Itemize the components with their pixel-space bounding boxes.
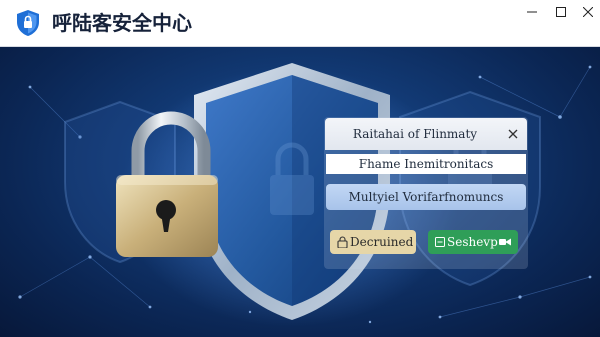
setup-label: Seshevp (447, 235, 498, 249)
security-dialog: Raitahai of Flinmaty Fhame Inemitronitac… (324, 117, 528, 269)
title-bar: 呼陆客安全中心 (0, 0, 600, 47)
decline-button[interactable]: Decruined (330, 230, 416, 254)
name-field[interactable]: Fhame Inemitronitacs (326, 154, 526, 174)
video-icon (499, 238, 511, 246)
decline-label: Decruined (350, 235, 414, 249)
close-icon (583, 7, 593, 17)
shield-icon (17, 10, 39, 36)
dialog-title: Raitahai of Flinmaty (352, 127, 478, 141)
app-title: 呼陆客安全中心 (52, 11, 192, 35)
close-button[interactable] (573, 1, 600, 23)
app-window: 呼陆客安全中心 Raitahai of Flinmaty Fhame Inemi… (0, 0, 600, 337)
mfa-button[interactable]: Multyiel Vorifarfnomuncs (326, 184, 526, 210)
lock-icon (337, 236, 348, 248)
maximize-icon (556, 7, 566, 17)
close-icon[interactable] (505, 126, 521, 142)
dialog-header: Raitahai of Flinmaty (325, 118, 527, 150)
minimize-icon (527, 11, 537, 13)
setup-button[interactable]: Seshevp (428, 230, 518, 254)
maximize-button[interactable] (546, 1, 576, 23)
hero-illustration: Raitahai of Flinmaty Fhame Inemitronitac… (0, 47, 600, 337)
save-icon (435, 237, 445, 247)
minimize-button[interactable] (517, 1, 547, 23)
